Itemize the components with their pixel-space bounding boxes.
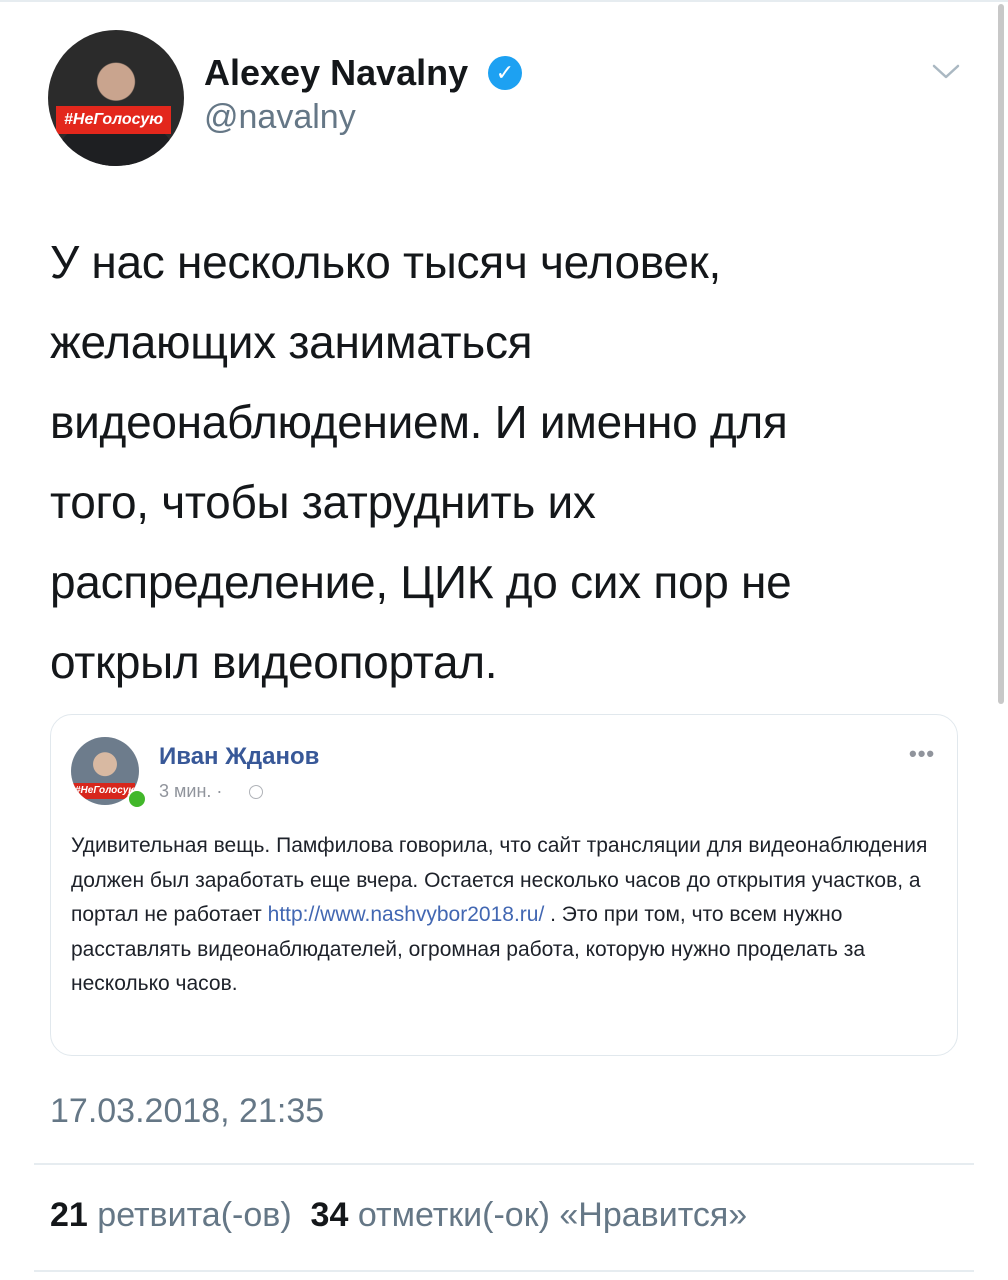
quoted-post-link[interactable]: http://www.nashvybor2018.ru/ <box>268 903 545 926</box>
author-name[interactable]: Alexey Navalny <box>204 52 468 94</box>
author-handle[interactable]: @navalny <box>204 98 356 137</box>
quoted-post-text: Удивительная вещь. Памфилова говорила, ч… <box>71 829 931 1002</box>
online-status-icon <box>127 789 147 809</box>
quoted-avatar-badge: #НеГолосую <box>71 783 135 799</box>
divider <box>34 1270 974 1272</box>
avatar-badge: #НеГолосую <box>56 106 172 134</box>
quoted-post-card[interactable]: #НеГолосую Иван Жданов 3 мин. · ••• Удив… <box>50 714 958 1056</box>
top-divider <box>0 0 1008 2</box>
tweet-timestamp[interactable]: 17.03.2018, 21:35 <box>50 1092 324 1131</box>
tweet-stats: 21 ретвита(-ов) 34 отметки(-ок) «Нравитс… <box>50 1196 747 1235</box>
quoted-post-time[interactable]: 3 мин. · <box>159 781 222 802</box>
quoted-author-name[interactable]: Иван Жданов <box>159 743 319 771</box>
tweet-text: У нас несколько тысяч человек, желающих … <box>50 236 792 688</box>
ellipsis-icon[interactable]: ••• <box>909 741 935 767</box>
chevron-down-icon[interactable] <box>930 60 962 82</box>
retweets-count[interactable]: 21 <box>50 1196 88 1234</box>
likes-label[interactable]: отметки(-ок) «Нравится» <box>358 1196 747 1234</box>
divider <box>34 1163 974 1165</box>
retweets-label[interactable]: ретвита(-ов) <box>97 1196 291 1234</box>
verified-badge-icon: ✓ <box>488 56 522 90</box>
likes-count[interactable]: 34 <box>311 1196 349 1234</box>
scrollbar[interactable] <box>998 4 1004 704</box>
author-avatar[interactable]: #НеГолосую <box>48 30 184 166</box>
globe-icon <box>249 785 263 799</box>
